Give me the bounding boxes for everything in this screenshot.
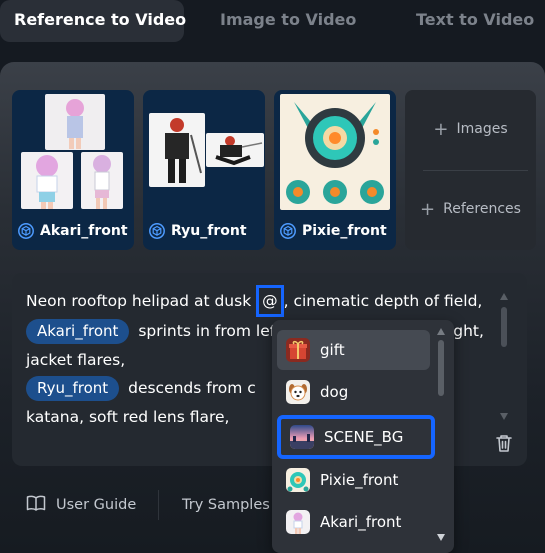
mention-dropdown: gift dog SCENE_BG Pixie_front Akari_fron…	[272, 320, 454, 553]
add-images-button[interactable]: + Images	[405, 109, 536, 149]
mention-option-label: dog	[320, 383, 349, 401]
pixie-image	[280, 94, 390, 210]
footer-divider	[158, 490, 159, 520]
scroll-up-arrow[interactable]	[500, 293, 508, 300]
plus-icon: +	[420, 198, 436, 220]
try-samples-label: Try Samples	[182, 497, 270, 513]
prompt-text-segment: , cinematic depth of field,	[283, 292, 483, 310]
at-symbol: @	[262, 292, 278, 310]
dog-icon	[286, 380, 310, 404]
mention-option-label: SCENE_BG	[324, 428, 404, 446]
mention-option-gift[interactable]: gift	[277, 330, 430, 370]
try-samples-button[interactable]: Try Samples	[182, 494, 270, 516]
mention-tag-ryu[interactable]: Ryu_front	[26, 376, 120, 401]
reference-thumbnails	[146, 93, 264, 211]
mention-option-pixie-front[interactable]: Pixie_front	[277, 460, 430, 500]
mention-tag-akari[interactable]: Akari_front	[26, 319, 130, 344]
scroll-down-arrow[interactable]	[437, 534, 445, 541]
scene-icon	[290, 425, 314, 449]
ryu-image-action	[206, 133, 264, 167]
mention-option-label: Pixie_front	[320, 471, 399, 489]
mention-option-label: gift	[320, 341, 345, 359]
akari-icon	[286, 510, 310, 534]
book-icon	[26, 494, 46, 516]
reference-label: Ryu_front	[143, 212, 265, 250]
dropdown-scrollbar[interactable]	[437, 328, 445, 548]
scroll-up-arrow[interactable]	[437, 328, 445, 335]
reference-card-ryu[interactable]: Ryu_front	[143, 90, 265, 250]
akari-image-left	[21, 152, 73, 209]
mention-option-akari-front[interactable]: Akari_front	[277, 502, 430, 542]
reference-name: Pixie_front	[302, 223, 387, 239]
reference-name: Akari_front	[40, 223, 128, 239]
reference-thumbnails	[277, 93, 393, 211]
reference-label: Pixie_front	[274, 212, 396, 250]
scrollbar-thumb[interactable]	[501, 307, 507, 347]
mode-tabs: Reference to Video Image to Video Text t…	[0, 0, 545, 42]
at-mention-trigger: @	[256, 285, 284, 317]
tab-image-to-video[interactable]: Image to Video	[220, 0, 356, 42]
prompt-text-segment: Neon rooftop helipad at dusk	[26, 292, 257, 310]
tab-text-to-video[interactable]: Text to Video	[416, 0, 534, 42]
tab-reference-to-video[interactable]: Reference to Video	[0, 0, 186, 42]
mention-option-scene-bg[interactable]: SCENE_BG	[277, 415, 435, 459]
prompt-text-segment: descends from c	[123, 379, 256, 397]
plus-icon: +	[433, 118, 449, 140]
trash-icon[interactable]	[495, 433, 513, 453]
akari-image-top	[45, 94, 105, 150]
reference-thumbnails	[15, 93, 131, 211]
cube-icon	[280, 223, 296, 239]
add-references-button[interactable]: + References	[405, 189, 536, 229]
user-guide-label: User Guide	[56, 497, 137, 513]
reference-name: Ryu_front	[171, 223, 247, 239]
reference-label: Akari_front	[12, 212, 134, 250]
pixie-icon	[286, 468, 310, 492]
add-images-label: Images	[456, 121, 508, 137]
cube-icon	[149, 223, 165, 239]
prompt-scrollbar[interactable]	[500, 293, 508, 423]
mention-option-label: Akari_front	[320, 513, 402, 531]
reference-card-akari[interactable]: Akari_front	[12, 90, 134, 250]
add-references-label: References	[443, 201, 521, 217]
divider	[423, 170, 528, 171]
gift-icon	[286, 338, 310, 362]
scrollbar-thumb[interactable]	[438, 340, 444, 396]
reference-card-pixie[interactable]: Pixie_front	[274, 90, 396, 250]
akari-image-right	[81, 152, 123, 209]
prompt-text-segment: jacket flares,	[26, 350, 126, 369]
mention-option-dog[interactable]: dog	[277, 372, 430, 412]
cube-icon	[18, 223, 34, 239]
prompt-text-segment: katana, soft red lens flare,	[26, 407, 230, 426]
scroll-down-arrow[interactable]	[500, 413, 508, 420]
ryu-image-standing	[149, 113, 205, 187]
add-reference-box: + Images + References	[405, 90, 536, 250]
user-guide-button[interactable]: User Guide	[26, 494, 136, 516]
